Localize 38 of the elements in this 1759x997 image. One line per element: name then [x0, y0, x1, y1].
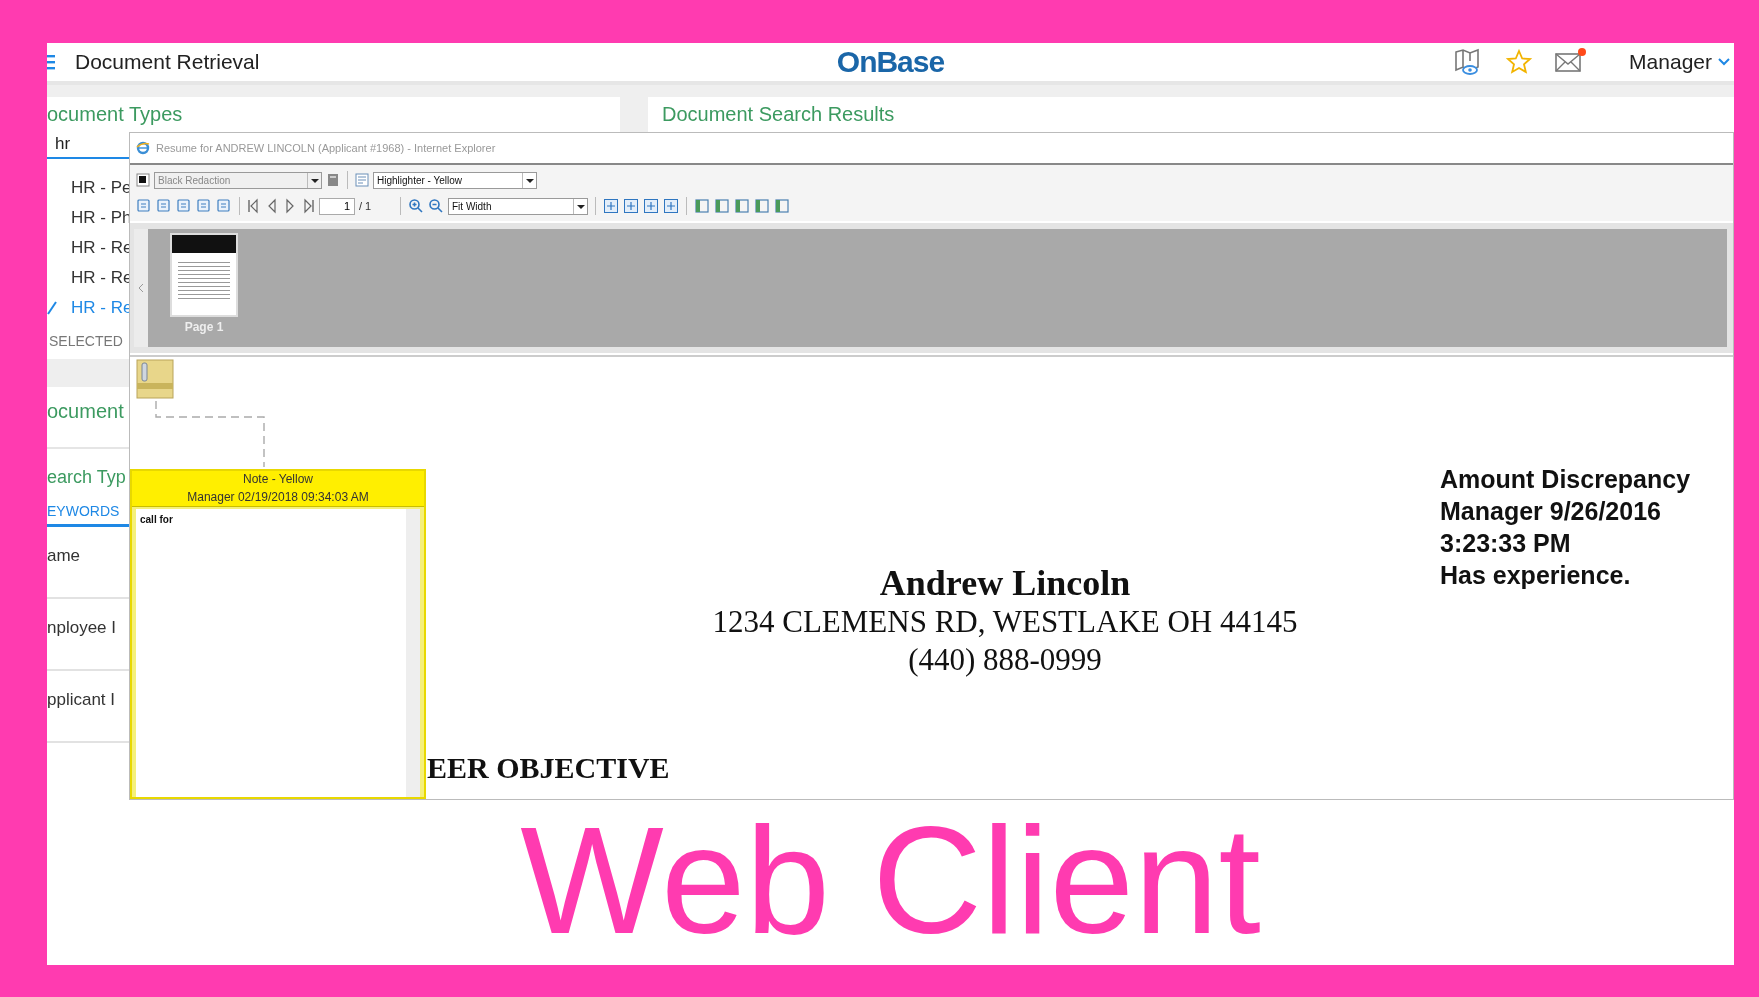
window-title: Resume for ANDREW LINCOLN (Applicant #1968) - Internet Explorer: [156, 142, 496, 154]
browser-icon: [136, 141, 150, 155]
mail-icon[interactable]: [1555, 51, 1584, 73]
last-page-icon[interactable]: [301, 198, 315, 214]
applicant-name: Andrew Lincoln: [878, 563, 1132, 603]
page-thumbnail[interactable]: [170, 233, 238, 317]
zoom-dropdown[interactable]: Fit Width: [448, 197, 588, 215]
menu-icon[interactable]: [47, 54, 55, 70]
panel-heading: Document Search Results: [661, 102, 896, 127]
annotation-text: Manager 9/26/2016: [1440, 496, 1662, 527]
caption-title: Web Client: [519, 800, 1262, 965]
annotation-text: Amount Discrepancy: [1440, 464, 1691, 495]
caret-icon: [1718, 58, 1730, 66]
applicant-address: 1234 CLEMENS RD, WESTLAKE OH 44145: [711, 603, 1299, 641]
note-title: Note - Yellow: [132, 471, 424, 488]
page-title: Document Retrieval: [75, 50, 260, 74]
section-title: EER OBJECTIVE: [426, 751, 671, 785]
applicant-phone: (440) 888-0999: [907, 641, 1103, 679]
zoom-in-icon[interactable]: [408, 198, 424, 214]
page-count: / 1: [359, 200, 373, 212]
annotation-text: 3:23:33 PM: [1440, 528, 1572, 559]
first-page-icon[interactable]: [247, 198, 261, 214]
annotation-text: Has experience.: [1440, 560, 1632, 591]
collapse-handle[interactable]: [134, 229, 148, 347]
section-heading: earch Typ: [47, 466, 127, 489]
note-meta: Manager 02/19/2018 09:34:03 AM: [132, 488, 424, 507]
note-text-field[interactable]: call for: [136, 509, 420, 797]
thumbnail-label: Page 1: [184, 320, 224, 334]
panel-heading: ocument Types: [47, 102, 184, 127]
highlighter-dropdown[interactable]: Highlighter - Yellow: [373, 171, 537, 189]
user-menu[interactable]: Manager: [1605, 50, 1730, 74]
selected-label: SELECTED: [48, 332, 124, 351]
star-icon[interactable]: [1505, 48, 1534, 76]
check-icon: [47, 301, 57, 315]
zoom-out-icon[interactable]: [428, 198, 444, 214]
page-number-field[interactable]: 1: [319, 197, 355, 215]
calculator-icon[interactable]: [326, 173, 340, 187]
logo: OnBase: [836, 45, 945, 79]
